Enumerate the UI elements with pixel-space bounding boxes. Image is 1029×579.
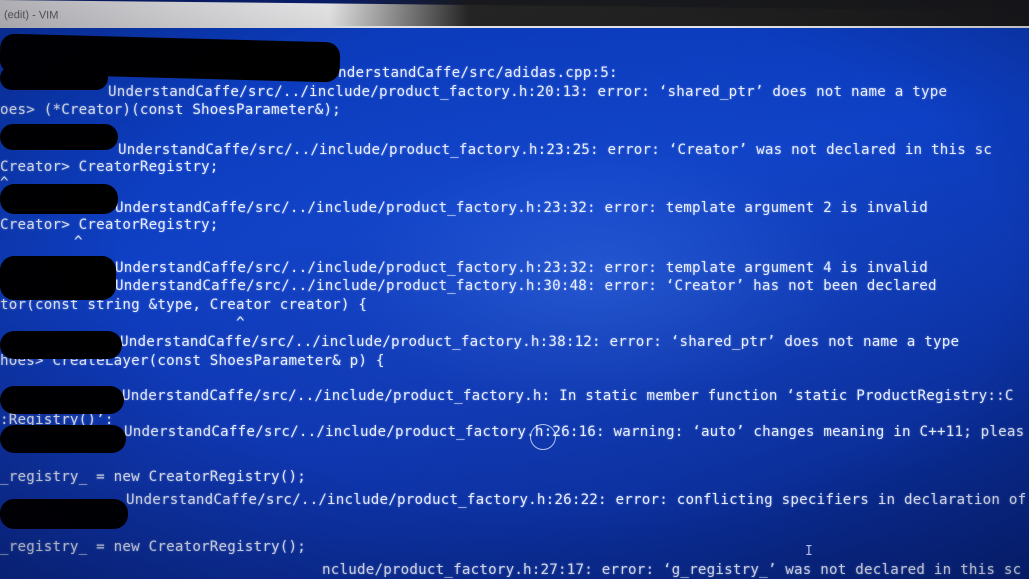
- terminal-line: Creator> CreatorRegistry;: [0, 217, 219, 233]
- redaction-mark: [0, 386, 124, 414]
- caret-marker: ^: [74, 234, 83, 250]
- terminal-output[interactable]: nderstandCaffe/src/adidas.cpp:5: Underst…: [0, 28, 1029, 579]
- text-cursor-icon: I: [805, 544, 813, 559]
- terminal-line: _registry_ = new CreatorRegistry();: [0, 469, 306, 485]
- window-title: (edit) - VIM: [4, 9, 59, 22]
- redaction-mark: [0, 256, 116, 300]
- redaction-mark: [0, 331, 122, 359]
- terminal-line: UnderstandCaffe/src/../include/product_f…: [124, 424, 1025, 440]
- redaction-mark: [0, 184, 118, 214]
- busy-cursor-icon: [530, 424, 556, 450]
- redaction-mark: [0, 499, 128, 529]
- terminal-line: UnderstandCaffe/src/../include/product_f…: [115, 200, 928, 216]
- terminal-line: _registry_ = new CreatorRegistry();: [0, 539, 306, 555]
- redaction-mark: [0, 425, 126, 453]
- terminal-line: UnderstandCaffe/src/../include/product_f…: [108, 84, 948, 100]
- redaction-mark: [0, 124, 118, 150]
- terminal-line: UnderstandCaffe/src/../include/product_f…: [126, 492, 1027, 508]
- terminal-line: nclude/product_factory.h:27:17: error: ‘…: [322, 562, 1022, 578]
- terminal-line: oes> (*Creator)(const ShoesParameter&);: [0, 102, 341, 118]
- caret-marker: ^: [236, 315, 245, 331]
- terminal-line: UnderstandCaffe/src/../include/product_f…: [115, 260, 928, 276]
- terminal-line: UnderstandCaffe/src/../include/product_f…: [115, 278, 937, 294]
- terminal-line: UnderstandCaffe/src/../include/product_f…: [122, 388, 1014, 404]
- terminal-line: Creator> CreatorRegistry;: [0, 159, 219, 175]
- terminal-line: UnderstandCaffe/src/../include/product_f…: [118, 142, 993, 158]
- vim-window: (edit) - VIM nderstandCaffe/src/adidas.c…: [0, 0, 1029, 579]
- redaction-mark: [0, 66, 108, 90]
- terminal-line: nderstandCaffe/src/adidas.cpp:5:: [338, 65, 618, 81]
- bezel-shadow: [329, 0, 1029, 26]
- terminal-line: UnderstandCaffe/src/../include/product_f…: [120, 334, 960, 350]
